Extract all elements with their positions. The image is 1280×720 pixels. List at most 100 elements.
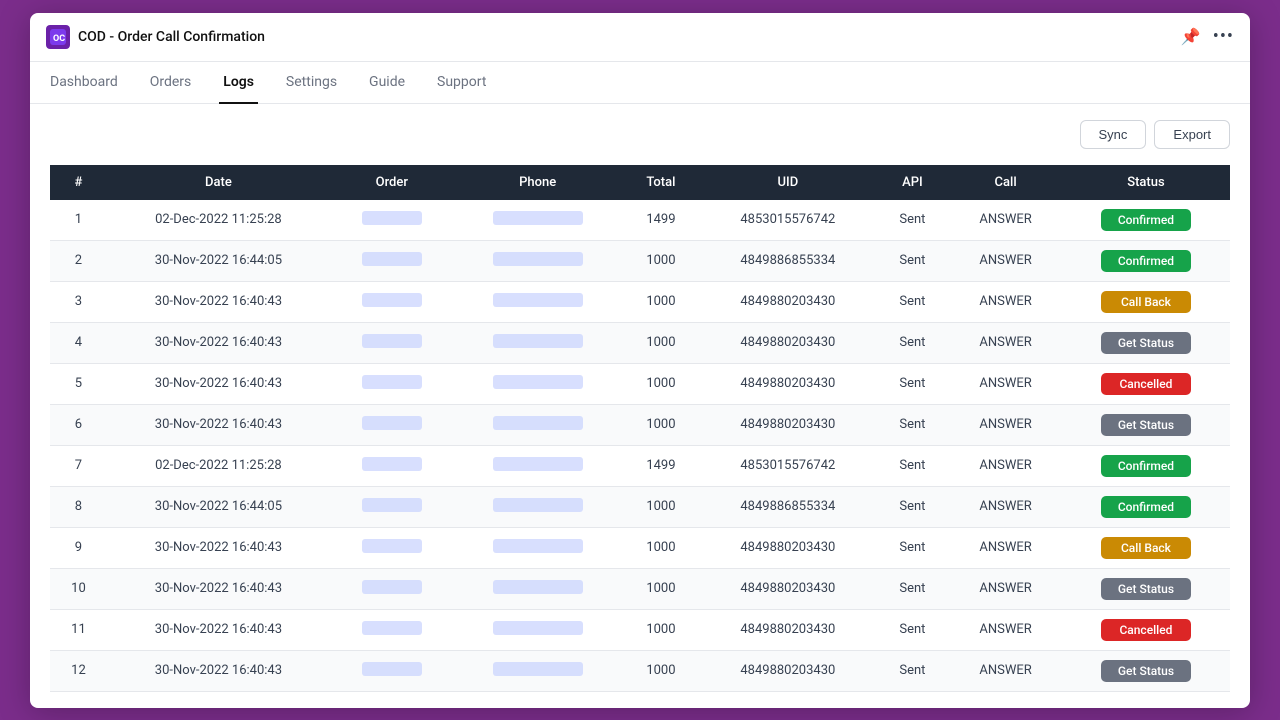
- nav-orders[interactable]: Orders: [146, 62, 196, 104]
- more-icon[interactable]: •••: [1213, 26, 1234, 47]
- cell-status: Get Status: [1062, 404, 1230, 445]
- cell-num: 6: [50, 404, 107, 445]
- cell-api: Sent: [876, 322, 950, 363]
- table-row: 9 30-Nov-2022 16:40:43 1000 484988020343…: [50, 527, 1230, 568]
- table-row: 8 30-Nov-2022 16:44:05 1000 484988685533…: [50, 486, 1230, 527]
- cell-api: Sent: [876, 650, 950, 691]
- cell-api: Sent: [876, 609, 950, 650]
- table-row: 2 30-Nov-2022 16:44:05 1000 484988685533…: [50, 240, 1230, 281]
- table-row: 6 30-Nov-2022 16:40:43 1000 484988020343…: [50, 404, 1230, 445]
- table-header: # Date Order Phone Total UID API Call St…: [50, 165, 1230, 200]
- cell-date: 30-Nov-2022 16:40:43: [107, 281, 330, 322]
- cell-status: Confirmed: [1062, 486, 1230, 527]
- cell-uid: 4849886855334: [700, 240, 875, 281]
- cell-uid: 4849880203430: [700, 650, 875, 691]
- cell-api: Sent: [876, 240, 950, 281]
- cell-phone: [454, 486, 622, 527]
- cell-total: 1000: [622, 650, 700, 691]
- cell-call: ANSWER: [949, 527, 1062, 568]
- nav-support[interactable]: Support: [433, 62, 490, 104]
- titlebar-title: COD - Order Call Confirmation: [78, 29, 265, 45]
- status-badge[interactable]: Cancelled: [1101, 619, 1191, 641]
- cell-uid: 4849880203430: [700, 322, 875, 363]
- cell-total: 1000: [622, 404, 700, 445]
- cell-date: 30-Nov-2022 16:40:43: [107, 609, 330, 650]
- cell-phone: [454, 322, 622, 363]
- cell-api: Sent: [876, 445, 950, 486]
- main-window: OC COD - Order Call Confirmation 📌 ••• D…: [30, 13, 1250, 708]
- cell-call: ANSWER: [949, 404, 1062, 445]
- status-badge[interactable]: Call Back: [1101, 291, 1191, 313]
- cell-phone: [454, 363, 622, 404]
- cell-num: 8: [50, 486, 107, 527]
- cell-date: 30-Nov-2022 16:44:05: [107, 240, 330, 281]
- cell-uid: 4849880203430: [700, 363, 875, 404]
- table-body: 1 02-Dec-2022 11:25:28 1499 485301557674…: [50, 200, 1230, 692]
- cell-date: 30-Nov-2022 16:40:43: [107, 322, 330, 363]
- status-badge[interactable]: Get Status: [1101, 332, 1191, 354]
- cell-num: 9: [50, 527, 107, 568]
- table-row: 12 30-Nov-2022 16:40:43 1000 48498802034…: [50, 650, 1230, 691]
- cell-uid: 4853015576742: [700, 445, 875, 486]
- cell-num: 5: [50, 363, 107, 404]
- col-num: #: [50, 165, 107, 200]
- logs-table: # Date Order Phone Total UID API Call St…: [50, 165, 1230, 692]
- cell-date: 30-Nov-2022 16:40:43: [107, 650, 330, 691]
- export-button[interactable]: Export: [1154, 120, 1230, 149]
- nav-guide[interactable]: Guide: [365, 62, 409, 104]
- cell-order: [330, 650, 454, 691]
- cell-uid: 4849880203430: [700, 527, 875, 568]
- cell-uid: 4849880203430: [700, 609, 875, 650]
- cell-call: ANSWER: [949, 281, 1062, 322]
- titlebar-left: OC COD - Order Call Confirmation: [46, 25, 265, 49]
- cell-total: 1499: [622, 445, 700, 486]
- cell-total: 1000: [622, 609, 700, 650]
- col-call: Call: [949, 165, 1062, 200]
- table-row: 3 30-Nov-2022 16:40:43 1000 484988020343…: [50, 281, 1230, 322]
- cell-api: Sent: [876, 200, 950, 241]
- nav-dashboard[interactable]: Dashboard: [46, 62, 122, 104]
- col-uid: UID: [700, 165, 875, 200]
- cell-call: ANSWER: [949, 240, 1062, 281]
- status-badge[interactable]: Confirmed: [1101, 455, 1191, 477]
- cell-uid: 4849880203430: [700, 281, 875, 322]
- titlebar-right: 📌 •••: [1181, 26, 1234, 47]
- cell-call: ANSWER: [949, 568, 1062, 609]
- cell-order: [330, 200, 454, 241]
- nav-logs[interactable]: Logs: [219, 62, 258, 104]
- cell-order: [330, 363, 454, 404]
- cell-api: Sent: [876, 568, 950, 609]
- cell-uid: 4849886855334: [700, 486, 875, 527]
- cell-total: 1000: [622, 527, 700, 568]
- status-badge[interactable]: Cancelled: [1101, 373, 1191, 395]
- sync-button[interactable]: Sync: [1080, 120, 1147, 149]
- status-badge[interactable]: Call Back: [1101, 537, 1191, 559]
- table-row: 10 30-Nov-2022 16:40:43 1000 48498802034…: [50, 568, 1230, 609]
- cell-total: 1000: [622, 240, 700, 281]
- cell-status: Get Status: [1062, 322, 1230, 363]
- cell-status: Confirmed: [1062, 240, 1230, 281]
- cell-phone: [454, 200, 622, 241]
- cell-api: Sent: [876, 527, 950, 568]
- cell-order: [330, 240, 454, 281]
- cell-phone: [454, 445, 622, 486]
- cell-phone: [454, 568, 622, 609]
- cell-call: ANSWER: [949, 200, 1062, 241]
- status-badge[interactable]: Confirmed: [1101, 209, 1191, 231]
- cell-date: 30-Nov-2022 16:40:43: [107, 404, 330, 445]
- cell-num: 12: [50, 650, 107, 691]
- status-badge[interactable]: Confirmed: [1101, 250, 1191, 272]
- cell-date: 30-Nov-2022 16:40:43: [107, 363, 330, 404]
- cell-num: 2: [50, 240, 107, 281]
- content-area: Sync Export # Date Order Phone Total UID…: [30, 104, 1250, 708]
- status-badge[interactable]: Confirmed: [1101, 496, 1191, 518]
- cell-date: 30-Nov-2022 16:40:43: [107, 568, 330, 609]
- status-badge[interactable]: Get Status: [1101, 578, 1191, 600]
- status-badge[interactable]: Get Status: [1101, 414, 1191, 436]
- status-badge[interactable]: Get Status: [1101, 660, 1191, 682]
- navbar: Dashboard Orders Logs Settings Guide Sup…: [30, 62, 1250, 104]
- cell-total: 1000: [622, 486, 700, 527]
- pin-icon[interactable]: 📌: [1181, 27, 1201, 46]
- cell-order: [330, 527, 454, 568]
- nav-settings[interactable]: Settings: [282, 62, 341, 104]
